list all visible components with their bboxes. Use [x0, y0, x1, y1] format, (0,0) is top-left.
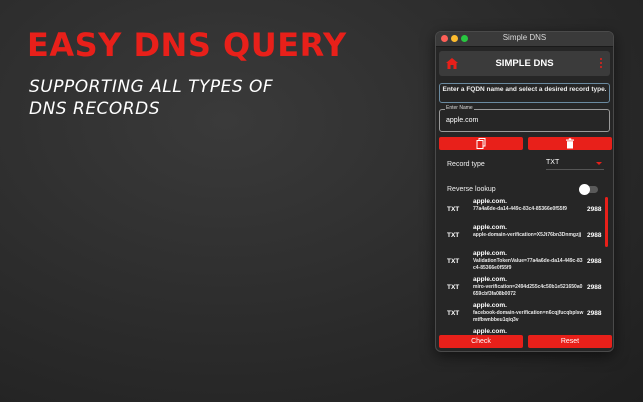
check-button[interactable]: Check	[439, 335, 523, 348]
window-titlebar[interactable]: Simple DNS	[436, 32, 613, 47]
promo-title: EASY DNS QUERY	[27, 26, 347, 64]
results-list[interactable]: TXT apple.com. 77a4a6de-da14-449c-83c4-8…	[439, 197, 612, 335]
record-domain: apple.com.	[473, 250, 507, 257]
list-item[interactable]: TXT apple.com. 77a4a6de-da14-449c-83c4-8…	[439, 197, 612, 223]
name-field[interactable]: Enter Name apple.com	[439, 105, 610, 132]
record-type-label: Record type	[447, 161, 485, 168]
app-bar: SIMPLE DNS	[439, 51, 610, 76]
record-type-cell: TXT	[447, 206, 460, 213]
record-value: facebook-domain-verification=n6cqjfucqbp…	[473, 310, 584, 323]
app-window: Simple DNS SIMPLE DNS Enter a FQDN name …	[435, 31, 614, 352]
action-icon-row	[439, 137, 612, 150]
record-domain: apple.com.	[473, 198, 507, 205]
list-item[interactable]: TXT apple.com. apple-domain-verification…	[439, 223, 612, 249]
list-item[interactable]: TXT apple.com. miro-verification=2494d25…	[439, 275, 612, 301]
reset-button[interactable]: Reset	[528, 335, 612, 348]
bottom-actions: Check Reset	[439, 335, 612, 348]
name-input[interactable]: apple.com	[446, 117, 478, 124]
record-domain: apple.com.	[473, 276, 507, 283]
list-item[interactable]: TXT apple.com.	[439, 327, 612, 335]
record-type-cell: TXT	[447, 310, 460, 317]
record-type-cell: TXT	[447, 284, 460, 291]
copy-icon	[476, 138, 486, 149]
record-domain: apple.com.	[473, 302, 507, 309]
record-ttl: 2988	[587, 310, 602, 317]
record-value: miro-verification=2494d255c4c50b1e521650…	[473, 284, 583, 297]
record-type-value: TXT	[546, 159, 560, 166]
record-value: 77a4a6de-da14-449c-83c4-85366e0f55f9	[473, 206, 567, 212]
record-type-cell: TXT	[447, 258, 460, 265]
results-scrollbar[interactable]	[605, 197, 608, 247]
toggle-knob	[579, 184, 590, 195]
window-title: Simple DNS	[502, 33, 547, 42]
app-title: SIMPLE DNS	[495, 58, 554, 69]
record-value: apple-domain-verification=X5Jt76bn3Dnmgz…	[473, 232, 582, 238]
name-field-label: Enter Name	[445, 105, 474, 111]
delete-button[interactable]	[528, 137, 612, 150]
kebab-menu-icon[interactable]	[600, 58, 603, 69]
list-item[interactable]: TXT apple.com. facebook-domain-verificat…	[439, 301, 612, 327]
list-item[interactable]: TXT apple.com. ValidationTokenValue=77a4…	[439, 249, 612, 275]
reverse-lookup-label: Reverse lookup	[447, 186, 496, 193]
reverse-lookup-toggle[interactable]	[579, 184, 598, 195]
dropdown-caret-icon	[596, 162, 602, 165]
record-ttl: 2988	[587, 206, 602, 213]
record-type-row: Record type TXT	[439, 154, 610, 176]
record-type-cell: TXT	[447, 232, 460, 239]
record-ttl: 2988	[587, 232, 602, 239]
promo-subtitle: SUPPORTING ALL TYPES OF DNS RECORDS	[29, 77, 274, 119]
record-domain: apple.com.	[473, 328, 507, 335]
record-ttl: 2988	[587, 284, 602, 291]
instruction-text: Enter a FQDN name and select a desired r…	[439, 83, 610, 103]
trash-icon	[566, 138, 574, 149]
copy-button[interactable]	[439, 137, 523, 150]
record-type-select[interactable]: TXT	[546, 156, 604, 170]
record-domain: apple.com.	[473, 224, 507, 231]
record-value: ValidationTokenValue=77a4a6de-da14-449c-…	[473, 258, 583, 271]
record-ttl: 2988	[587, 258, 602, 265]
